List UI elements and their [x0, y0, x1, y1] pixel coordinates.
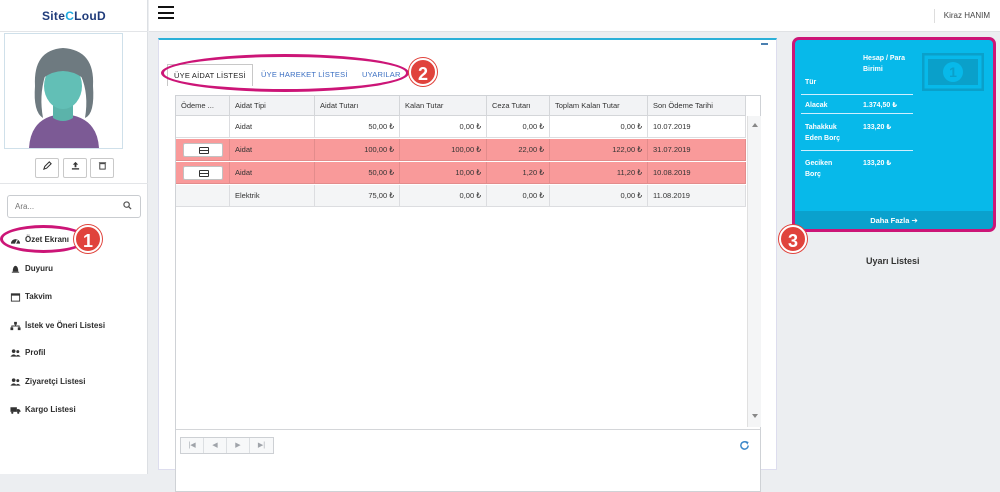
- nav-item-istek-ve-oneri[interactable]: İstek ve Öneri Listesi: [10, 318, 105, 334]
- type-cell: Elektrik: [230, 185, 315, 207]
- pager: |◀ ◀ ▶ ▶|: [180, 437, 274, 454]
- refresh-icon[interactable]: [739, 440, 750, 451]
- penalty-cell: 1,20 ₺: [487, 162, 550, 184]
- nav-label: Kargo Listesi: [25, 405, 76, 414]
- first-page-icon[interactable]: |◀: [181, 438, 204, 453]
- pay-button[interactable]: [183, 143, 223, 157]
- vertical-scrollbar[interactable]: [747, 116, 761, 427]
- amount-cell: 50,00 ₺: [315, 116, 400, 138]
- upload-photo-button[interactable]: [63, 158, 87, 178]
- calendar-icon: [10, 293, 21, 302]
- upload-icon: [71, 161, 79, 170]
- nav-item-takvim[interactable]: Takvim: [10, 289, 52, 305]
- annotation-badge-1: 1: [74, 225, 102, 253]
- due-date-cell: 10.08.2019: [648, 162, 746, 184]
- amount-cell: 50,00 ₺: [315, 162, 400, 184]
- column-header[interactable]: Ceza Tutarı: [487, 96, 550, 116]
- minimize-icon[interactable]: [761, 43, 768, 45]
- prev-page-icon[interactable]: ◀: [204, 438, 227, 453]
- table-row[interactable]: Aidat 50,00 ₺ 10,00 ₺ 1,20 ₺ 11,20 ₺ 10.…: [176, 162, 746, 184]
- sitemap-icon: [10, 321, 21, 331]
- annotation-rectangle-3: [792, 37, 996, 232]
- remaining-cell: 0,00 ₺: [400, 116, 487, 138]
- nav-label: Profil: [25, 348, 46, 357]
- nav-label: Ziyaretçi Listesi: [25, 377, 86, 386]
- users-icon: [10, 378, 21, 386]
- column-header[interactable]: Aidat Tipi: [230, 96, 315, 116]
- users-icon: [10, 349, 21, 357]
- dues-grid: Ödeme ... Aidat Tipi Aidat Tutarı Kalan …: [175, 95, 761, 492]
- due-date-cell: 31.07.2019: [648, 139, 746, 161]
- nav-label: Duyuru: [25, 264, 53, 273]
- edit-profile-button[interactable]: [35, 158, 59, 178]
- credit-card-icon: [199, 147, 209, 154]
- column-header[interactable]: Kalan Tutar: [400, 96, 487, 116]
- amount-cell: 75,00 ₺: [315, 185, 400, 207]
- pay-button[interactable]: [183, 166, 223, 180]
- total-cell: 122,00 ₺: [550, 139, 648, 161]
- avatar: [4, 33, 123, 149]
- annotation-badge-3: 3: [779, 225, 807, 253]
- last-page-icon[interactable]: ▶|: [250, 438, 273, 453]
- total-cell: 11,20 ₺: [550, 162, 648, 184]
- column-header[interactable]: Aidat Tutarı: [315, 96, 400, 116]
- avatar-illustration: [29, 48, 99, 148]
- hamburger-menu-icon[interactable]: [158, 6, 174, 20]
- penalty-cell: 0,00 ₺: [487, 185, 550, 207]
- bell-icon: [11, 265, 20, 273]
- due-date-cell: 10.07.2019: [648, 116, 746, 138]
- nav-item-ziyaretci-listesi[interactable]: Ziyaretçi Listesi: [10, 374, 85, 390]
- remaining-cell: 0,00 ₺: [400, 185, 487, 207]
- delete-photo-button[interactable]: [90, 158, 114, 178]
- type-cell: Aidat: [230, 139, 315, 161]
- penalty-cell: 22,00 ₺: [487, 139, 550, 161]
- type-cell: Aidat: [230, 162, 315, 184]
- pay-cell: [176, 162, 230, 184]
- remaining-cell: 100,00 ₺: [400, 139, 487, 161]
- user-name[interactable]: Kiraz HANIM: [933, 9, 990, 23]
- app-logo[interactable]: SiteCLouD: [0, 0, 148, 32]
- pay-cell: [176, 139, 230, 161]
- sidebar-divider: [0, 183, 148, 184]
- column-header[interactable]: Ödeme ...: [176, 96, 230, 116]
- due-date-cell: 11.08.2019: [648, 185, 746, 207]
- search-input[interactable]: [8, 196, 116, 217]
- edit-icon: [42, 161, 52, 170]
- scroll-up-icon[interactable]: [752, 123, 758, 127]
- scroll-down-icon[interactable]: [752, 414, 758, 418]
- grid-header: Ödeme ... Aidat Tipi Aidat Tutarı Kalan …: [176, 96, 746, 116]
- trash-icon: [98, 162, 106, 170]
- amount-cell: 100,00 ₺: [315, 139, 400, 161]
- credit-card-icon: [199, 170, 209, 177]
- annotation-badge-2: 2: [409, 58, 437, 86]
- pay-cell: [176, 116, 230, 138]
- main-panel: ÜYE AİDAT LİSTESİ ÜYE HAREKET LİSTESİ UY…: [158, 38, 777, 492]
- penalty-cell: 0,00 ₺: [487, 116, 550, 138]
- pay-cell: [176, 185, 230, 207]
- remaining-cell: 10,00 ₺: [400, 162, 487, 184]
- nav-item-profil[interactable]: Profil: [10, 345, 45, 361]
- type-cell: Aidat: [230, 116, 315, 138]
- top-bar: Kiraz HANIM: [149, 0, 1000, 32]
- column-header[interactable]: Toplam Kalan Tutar: [550, 96, 648, 116]
- nav-item-kargo-listesi[interactable]: Kargo Listesi: [10, 402, 76, 418]
- grid-footer: |◀ ◀ ▶ ▶|: [176, 429, 760, 459]
- next-page-icon[interactable]: ▶: [227, 438, 250, 453]
- table-row[interactable]: Aidat 50,00 ₺ 0,00 ₺ 0,00 ₺ 0,00 ₺ 10.07…: [176, 116, 746, 138]
- total-cell: 0,00 ₺: [550, 116, 648, 138]
- search-icon[interactable]: [123, 201, 132, 210]
- nav-item-duyuru[interactable]: Duyuru: [10, 261, 53, 277]
- table-row[interactable]: Elektrik 75,00 ₺ 0,00 ₺ 0,00 ₺ 0,00 ₺ 11…: [176, 185, 746, 207]
- warnings-title: Uyarı Listesi: [866, 256, 920, 266]
- table-row[interactable]: Aidat 100,00 ₺ 100,00 ₺ 22,00 ₺ 122,00 ₺…: [176, 139, 746, 161]
- search-box[interactable]: [7, 195, 141, 218]
- nav-label: İstek ve Öneri Listesi: [25, 321, 106, 330]
- annotation-ellipse-2: [161, 54, 409, 92]
- column-header[interactable]: Son Ödeme Tarihi: [648, 96, 746, 116]
- truck-icon: [10, 407, 21, 414]
- nav-label: Takvim: [25, 292, 52, 301]
- total-cell: 0,00 ₺: [550, 185, 648, 207]
